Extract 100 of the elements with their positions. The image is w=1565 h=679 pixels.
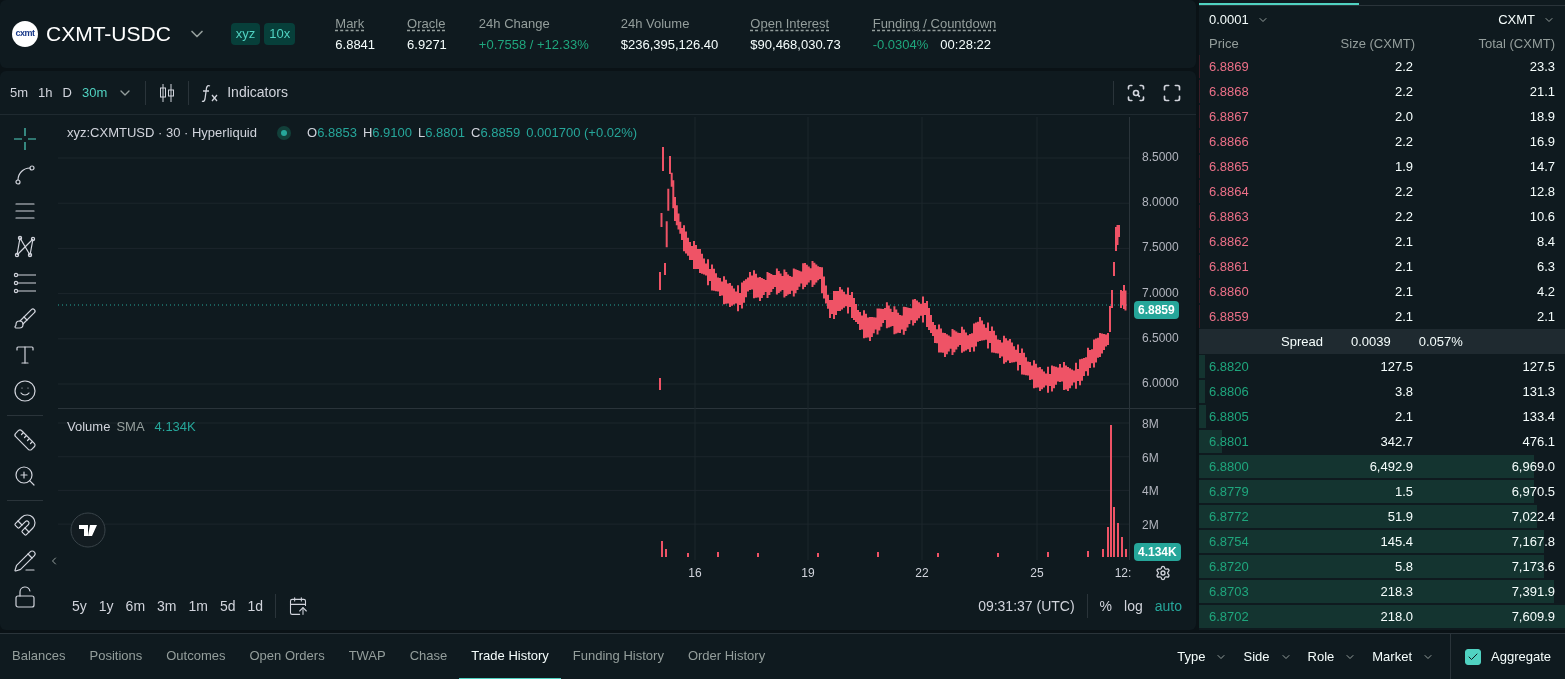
- ask-row[interactable]: 6.8861 2.1 6.3: [1199, 254, 1565, 279]
- price-cell-text: 6.8867: [1209, 107, 1250, 126]
- price-cell-text: 6.8863: [1209, 207, 1250, 226]
- crosshair-icon[interactable]: [13, 127, 37, 151]
- bid-row[interactable]: 6.8772 51.9 7,022.4: [1199, 504, 1565, 529]
- fullscreen-icon[interactable]: [1162, 82, 1182, 103]
- ask-row[interactable]: 6.8868 2.2 21.1: [1199, 79, 1565, 104]
- interval-button[interactable]: 1h: [38, 82, 53, 103]
- ohlc-value: C6.8859: [471, 124, 521, 142]
- text-icon[interactable]: [13, 343, 37, 367]
- stat-label: Funding / Countdown: [872, 14, 997, 33]
- range-button[interactable]: 3m: [157, 595, 177, 617]
- price-cell-text: 6.8772: [1209, 507, 1250, 526]
- bid-row[interactable]: 6.8806 3.8 131.3: [1199, 379, 1565, 404]
- price-cell-text: 6.8754: [1209, 532, 1250, 551]
- price-cell-text: 6.8806: [1209, 382, 1250, 401]
- volume-axis-label: 2M: [1142, 517, 1159, 535]
- calendar-icon[interactable]: [288, 596, 309, 616]
- filter-dropdown[interactable]: Side: [1243, 646, 1292, 667]
- scale-option[interactable]: auto: [1154, 595, 1182, 617]
- ask-row[interactable]: 6.8867 2.0 18.9: [1199, 104, 1565, 129]
- total-cell-text: 4.2: [1535, 282, 1555, 301]
- ask-row[interactable]: 6.8864 2.2 12.8: [1199, 179, 1565, 204]
- ask-row[interactable]: 6.8860 2.1 4.2: [1199, 279, 1565, 304]
- aggregate-checkbox[interactable]: [1465, 648, 1481, 665]
- range-button[interactable]: 5d: [219, 595, 236, 617]
- bottom-tab[interactable]: Funding History: [560, 634, 676, 679]
- range-button[interactable]: 5y: [72, 595, 87, 617]
- size-cell-text: 2.1: [1393, 307, 1414, 326]
- total-cell-text: 131.3: [1521, 382, 1555, 401]
- price-axis-label: 7.0000: [1142, 284, 1179, 302]
- volume-axis-label: 6M: [1142, 449, 1159, 467]
- size-cell-text: 3.8: [1393, 382, 1414, 401]
- pattern-icon[interactable]: [13, 235, 37, 259]
- ask-row[interactable]: 6.8859 2.1 2.1: [1199, 304, 1565, 329]
- price-cell-text: 6.8820: [1209, 357, 1250, 376]
- stat-value: $90,468,030.73: [750, 36, 841, 54]
- search-icon[interactable]: [1126, 82, 1146, 103]
- ask-row[interactable]: 6.8862 2.1 8.4: [1199, 229, 1565, 254]
- bottom-tab[interactable]: Positions: [77, 634, 155, 679]
- bottom-tab[interactable]: TWAP: [336, 634, 398, 679]
- bottom-tab[interactable]: Chase: [397, 634, 460, 679]
- bid-row[interactable]: 6.8805 2.1 133.4: [1199, 404, 1565, 429]
- bottom-tab[interactable]: Order History: [675, 634, 778, 679]
- bottom-tab[interactable]: Outcomes: [154, 634, 238, 679]
- range-button[interactable]: 6m: [125, 595, 146, 617]
- chart-logo-icon[interactable]: [70, 512, 106, 548]
- price-change: 0.001700 (+0.02%): [526, 124, 638, 142]
- lock-icon[interactable]: [13, 585, 37, 609]
- settings-icon[interactable]: [1154, 565, 1171, 581]
- market-tag: 10x: [264, 23, 296, 45]
- price-cell-text: 6.8862: [1209, 232, 1250, 251]
- size-cell-text: 6,492.9: [1368, 457, 1414, 476]
- filter-dropdown[interactable]: Role: [1307, 646, 1357, 667]
- candlestick-icon[interactable]: [158, 82, 177, 103]
- scale-option[interactable]: %: [1099, 595, 1113, 617]
- utc-clock[interactable]: 09:31:37 (UTC): [978, 595, 1075, 617]
- ruler-icon[interactable]: [13, 428, 37, 452]
- bid-row[interactable]: 6.8703 218.3 7,391.9: [1199, 579, 1565, 604]
- bid-row[interactable]: 6.8800 6,492.9 6,969.0: [1199, 454, 1565, 479]
- ask-row[interactable]: 6.8865 1.9 14.7: [1199, 154, 1565, 179]
- filter-dropdown[interactable]: Market: [1372, 646, 1434, 667]
- bid-row[interactable]: 6.8720 5.8 7,173.6: [1199, 554, 1565, 579]
- brush-icon[interactable]: [13, 307, 37, 331]
- unit-select[interactable]: CXMT: [1498, 10, 1555, 30]
- bid-row[interactable]: 6.8779 1.5 6,970.5: [1199, 479, 1565, 504]
- pencil-icon[interactable]: [13, 549, 37, 573]
- tick-size-select[interactable]: 0.0001: [1209, 10, 1269, 30]
- indicators-button[interactable]: Indicators: [201, 82, 288, 103]
- magnet-icon[interactable]: [13, 513, 37, 537]
- zoom-in-icon[interactable]: [13, 464, 37, 488]
- bid-row[interactable]: 6.8702 218.0 7,609.9: [1199, 604, 1565, 629]
- range-button[interactable]: 1y: [98, 595, 114, 617]
- filter-dropdown[interactable]: Type: [1177, 646, 1228, 667]
- price-cell-text: 6.8702: [1209, 607, 1250, 626]
- total-cell-text: 12.8: [1528, 182, 1555, 201]
- stat-value: 00:28:22: [940, 36, 991, 54]
- ask-row[interactable]: 6.8866 2.2 16.9: [1199, 129, 1565, 154]
- ask-row[interactable]: 6.8863 2.2 10.6: [1199, 204, 1565, 229]
- range-button[interactable]: 1m: [188, 595, 208, 617]
- bottom-tab[interactable]: Trade History: [459, 634, 561, 679]
- interval-button[interactable]: 30m: [81, 82, 108, 103]
- bid-row[interactable]: 6.8754 145.4 7,167.8: [1199, 529, 1565, 554]
- bid-row[interactable]: 6.8820 127.5 127.5: [1199, 354, 1565, 379]
- bottom-tab[interactable]: Open Orders: [237, 634, 337, 679]
- fibonacci-icon[interactable]: [13, 271, 37, 295]
- trend-line-icon[interactable]: [13, 163, 37, 187]
- interval-button[interactable]: D: [62, 82, 72, 103]
- scale-option[interactable]: log: [1124, 595, 1143, 617]
- smiley-icon[interactable]: [13, 379, 37, 403]
- total-cell-text: 7,167.8: [1510, 532, 1555, 551]
- time-axis-label: 16: [688, 565, 702, 582]
- size-cell-text: 2.1: [1393, 232, 1414, 251]
- interval-button[interactable]: 5m: [10, 82, 29, 103]
- bottom-tab[interactable]: Balances: [0, 634, 78, 679]
- bid-row[interactable]: 6.8801 342.7 476.1: [1199, 429, 1565, 454]
- size-cell-text: 2.1: [1393, 282, 1414, 301]
- ask-row[interactable]: 6.8869 2.2 23.3: [1199, 54, 1565, 79]
- range-button[interactable]: 1d: [247, 595, 264, 617]
- column-header: Total (CXMT): [1477, 35, 1555, 54]
